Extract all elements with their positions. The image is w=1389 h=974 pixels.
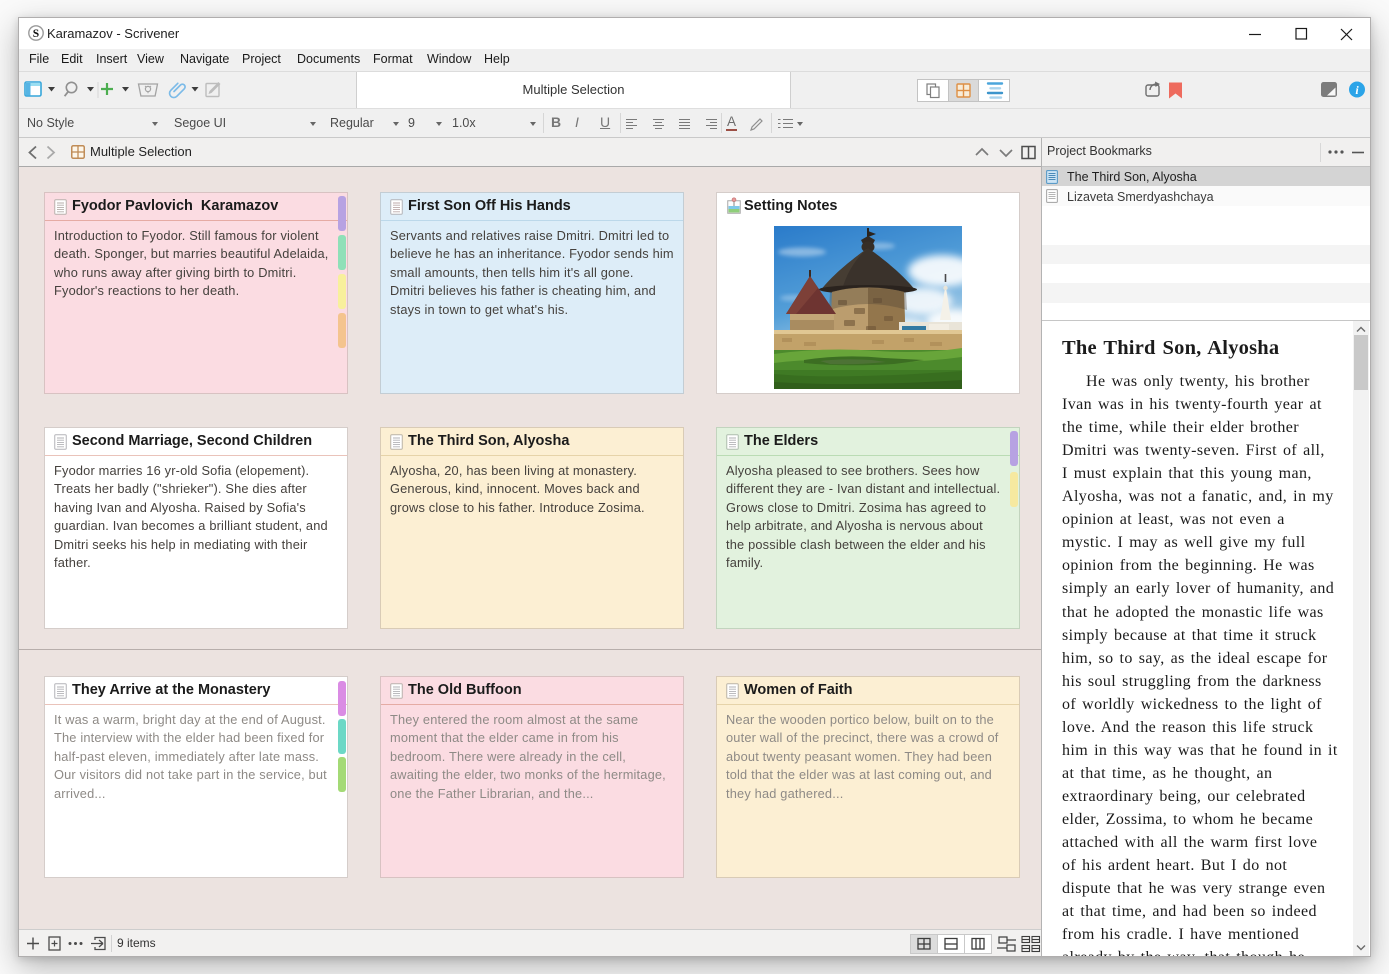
svg-text:S: S bbox=[33, 28, 39, 40]
